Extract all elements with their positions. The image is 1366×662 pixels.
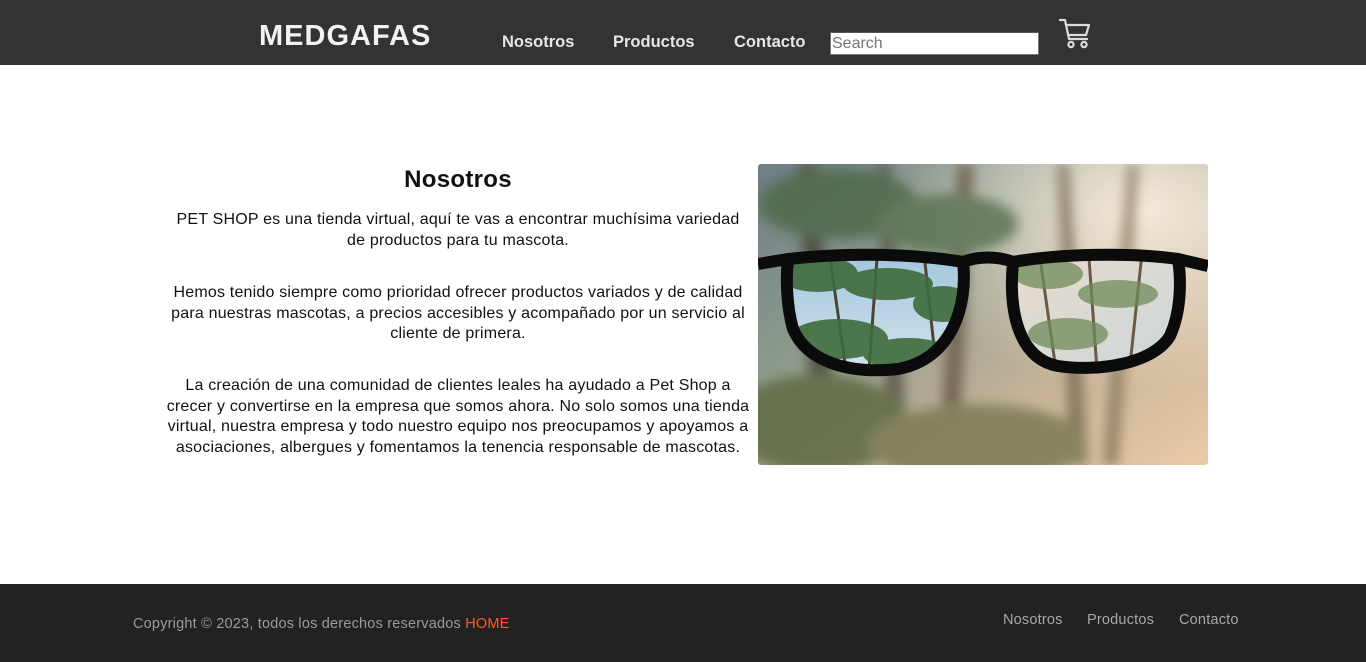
footer-link-productos[interactable]: Productos xyxy=(1087,611,1154,629)
site-header: MEDGAFAS Nosotros Productos Contacto xyxy=(0,0,1366,65)
nav-link-contacto[interactable]: Contacto xyxy=(734,31,806,53)
search-input[interactable] xyxy=(830,32,1039,55)
footer-home-link[interactable]: HOME xyxy=(465,616,509,632)
about-paragraph-3: La creación de una comunidad de clientes… xyxy=(166,377,750,456)
page-title: Nosotros xyxy=(404,166,512,193)
footer-link-nosotros[interactable]: Nosotros xyxy=(1003,611,1063,629)
about-paragraph-2: Hemos tenido siempre como prioridad ofre… xyxy=(171,284,745,343)
copyright-label: Copyright © 2023, todos los derechos res… xyxy=(133,616,466,632)
footer-link-contacto[interactable]: Contacto xyxy=(1179,611,1239,629)
nav-link-productos[interactable]: Productos xyxy=(613,31,695,53)
brand-logo[interactable]: MEDGAFAS xyxy=(259,19,431,53)
site-footer: Copyright © 2023, todos los derechos res… xyxy=(0,584,1366,662)
about-paragraph-1: PET SHOP es una tienda virtual, aquí te … xyxy=(176,211,740,249)
nav-link-nosotros[interactable]: Nosotros xyxy=(502,31,574,53)
glasses-over-forest-image xyxy=(758,164,1208,465)
shopping-cart-icon[interactable] xyxy=(1058,16,1092,50)
copyright-text: Copyright © 2023, todos los derechos res… xyxy=(133,615,510,633)
